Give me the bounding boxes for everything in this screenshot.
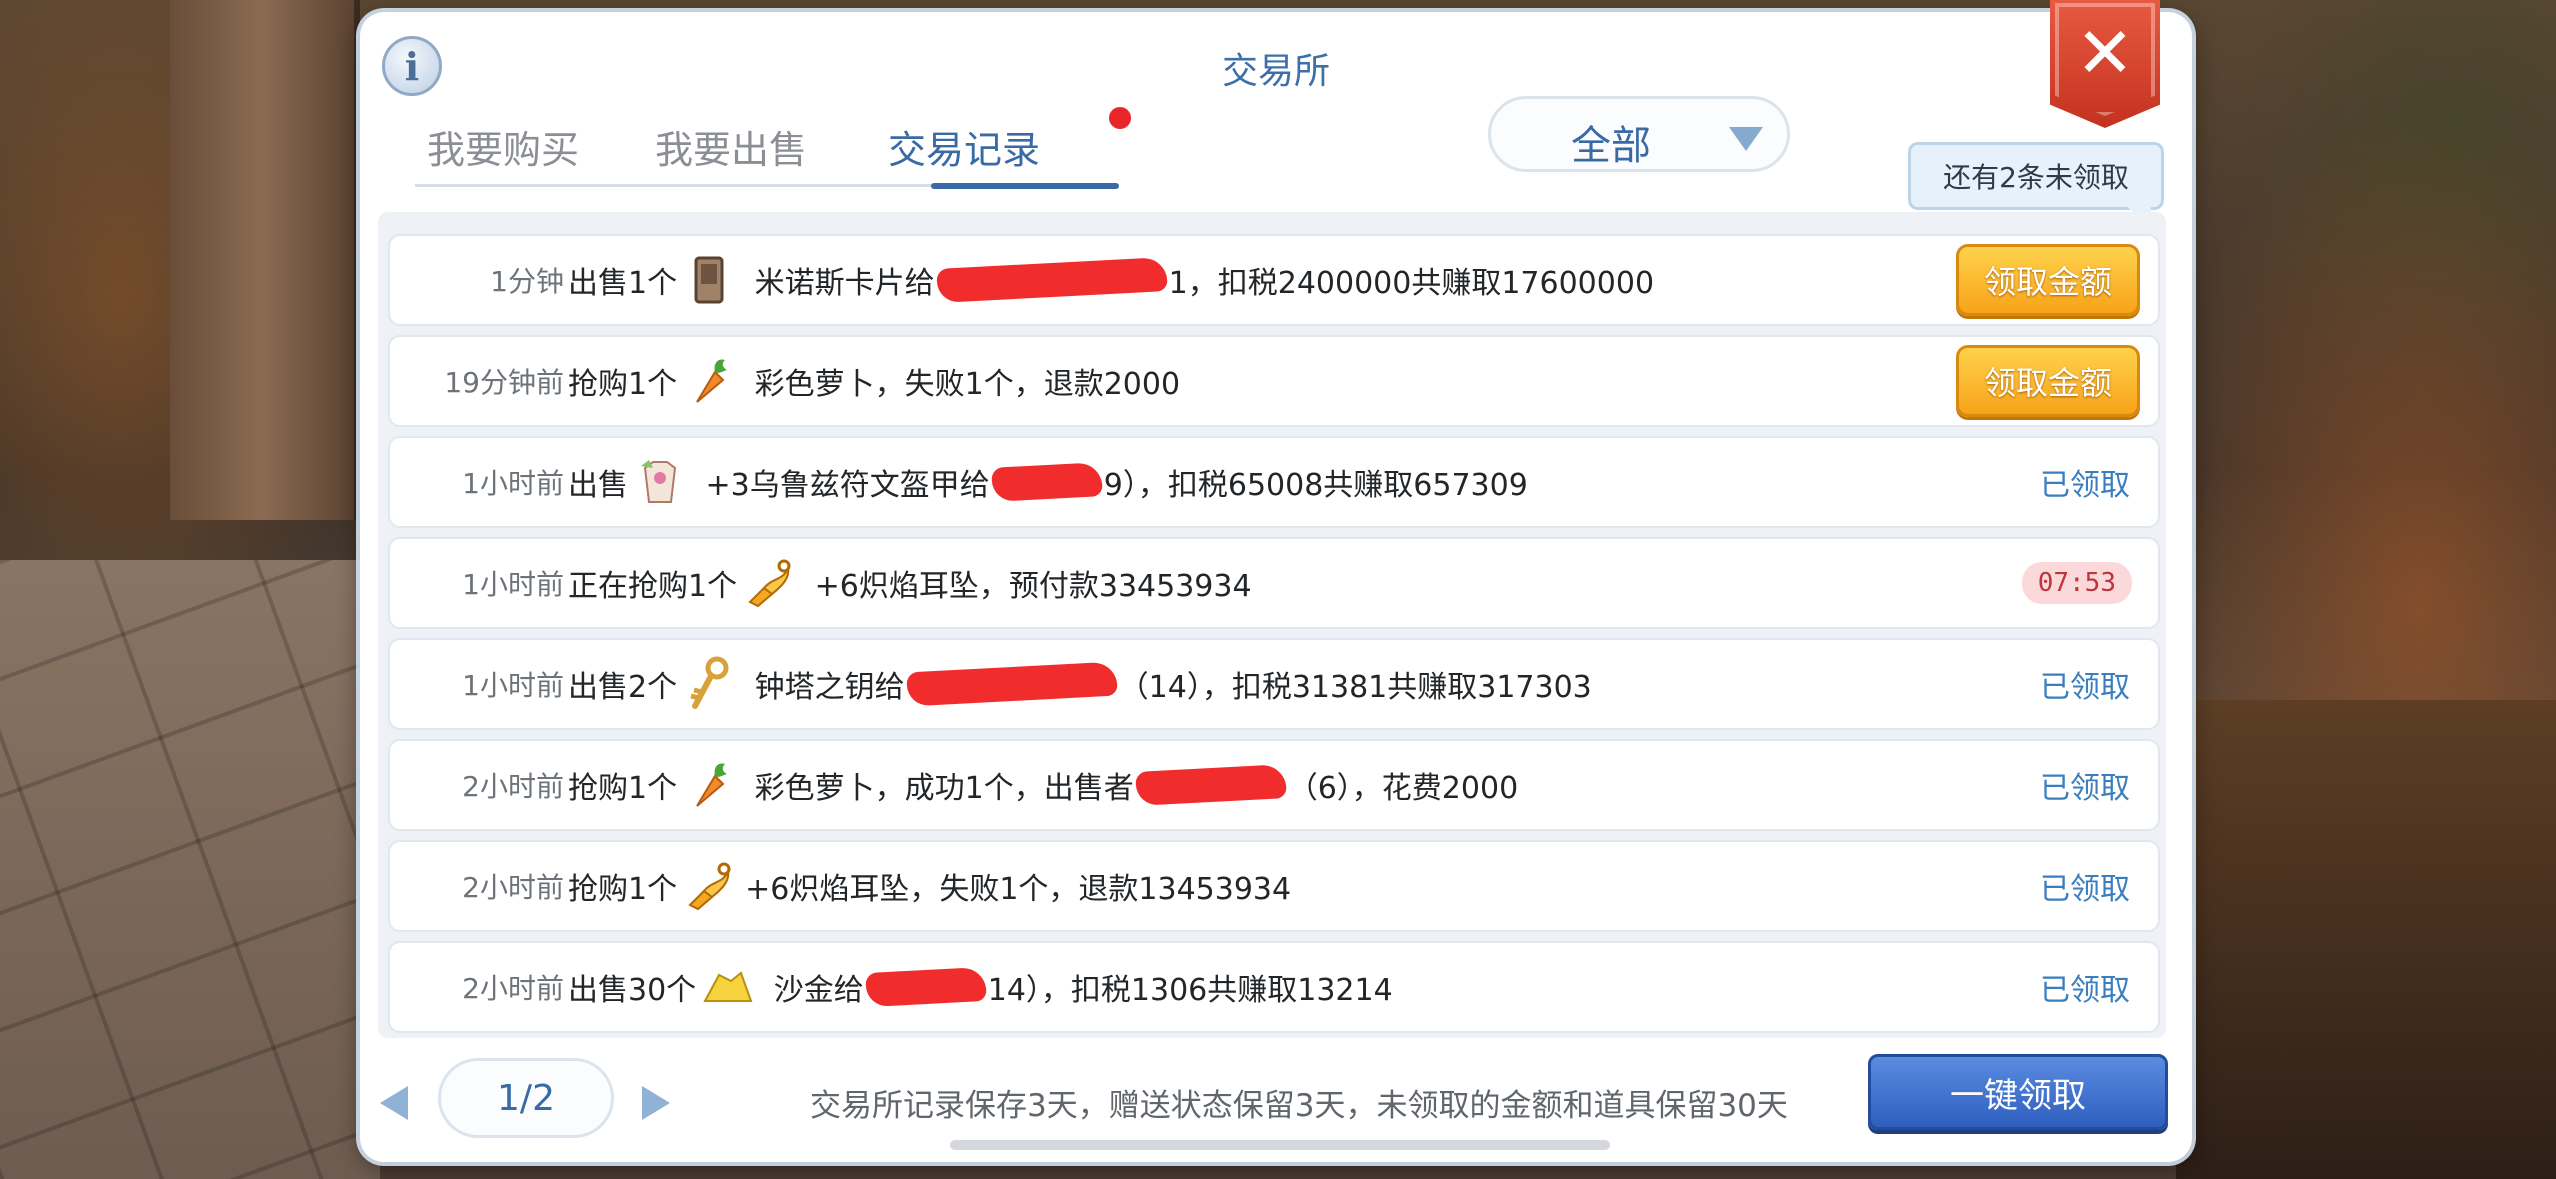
- countdown-timer: 07:53: [2021, 562, 2132, 604]
- card-icon: [681, 252, 737, 308]
- record-action: 出售2个: [568, 670, 678, 705]
- filter-dropdown[interactable]: 全部: [1488, 96, 1790, 172]
- record-desc-tail: 1，扣税2400000共赚取17600000: [1168, 266, 1655, 301]
- claimed-status: 已领取: [2040, 973, 2130, 1008]
- record-desc-tail: （6），花费2000: [1287, 771, 1519, 806]
- record-action: 出售30个: [568, 973, 697, 1008]
- claimed-status: 已领取: [2040, 771, 2130, 806]
- earring-icon: [741, 555, 797, 611]
- record-row: 1小时前 出售2个 钟塔之钥给 （14），扣税31381共赚取317303 已领…: [388, 638, 2160, 730]
- carrot-icon: [681, 757, 737, 813]
- record-desc-tail: （14），扣税31381共赚取317303: [1118, 670, 1592, 705]
- record-time: 19分钟前: [444, 366, 564, 399]
- redacted-name: [990, 462, 1103, 502]
- background-pillar: [170, 0, 360, 520]
- record-action: 出售: [568, 468, 628, 503]
- record-desc: 钟塔之钥给: [745, 670, 905, 705]
- record-time: 1小时前: [462, 568, 564, 601]
- page-indicator: 1/2: [438, 1058, 614, 1138]
- tab-sell[interactable]: 我要出售: [655, 119, 807, 174]
- record-desc-tail: 9），扣税65008共赚取657309: [1103, 468, 1528, 503]
- record-time: 1小时前: [462, 669, 564, 702]
- close-icon[interactable]: ✕: [2050, 0, 2160, 128]
- claim-amount-button[interactable]: 领取金额: [1956, 244, 2140, 316]
- dropdown-arrow-icon: [1729, 127, 1763, 151]
- record-desc: 彩色萝卜，失败1个，退款2000: [745, 367, 1181, 402]
- claim-all-button[interactable]: 一键领取: [1868, 1054, 2168, 1130]
- unclaimed-tooltip: 还有2条未领取: [1908, 142, 2164, 210]
- prev-page-icon[interactable]: [380, 1086, 408, 1120]
- earring-icon: [681, 858, 737, 914]
- record-row: 1分钟 出售1个 米诺斯卡片给 1，扣税2400000共赚取17600000 领…: [388, 234, 2160, 326]
- record-desc: 彩色萝卜，成功1个，出售者: [745, 771, 1134, 806]
- record-time: 1小时前: [462, 467, 564, 500]
- redacted-name: [905, 661, 1118, 707]
- tab-trade-records[interactable]: 交易记录: [888, 119, 1040, 174]
- home-indicator: [950, 1140, 1610, 1150]
- record-time: 2小时前: [462, 871, 564, 904]
- armor-icon: [632, 454, 688, 510]
- record-time: 2小时前: [462, 972, 564, 1005]
- record-action: 出售1个: [568, 266, 678, 301]
- record-desc: +6炽焰耳坠，失败1个，退款13453934: [745, 872, 1292, 907]
- gold-sand-icon: [700, 959, 756, 1015]
- record-action: 抢购1个: [568, 367, 678, 402]
- background-floor: [0, 560, 380, 1179]
- tab-bar: 我要购买 我要出售 交易记录: [415, 105, 1133, 189]
- record-row: 2小时前 抢购1个 +6炽焰耳坠，失败1个，退款13453934 已领取: [388, 840, 2160, 932]
- record-desc: +6炽焰耳坠，预付款33453934: [805, 569, 1252, 604]
- exchange-panel: i 交易所 ✕ 我要购买 我要出售 交易记录 全部 还有2条未领取 1分钟 出售…: [360, 0, 2192, 1162]
- record-action: 抢购1个: [568, 771, 678, 806]
- retention-note: 交易所记录保存3天，赠送状态保留3天，未领取的金额和道具保留30天: [810, 1088, 1788, 1124]
- next-page-icon[interactable]: [642, 1086, 670, 1120]
- redacted-name: [1134, 764, 1287, 806]
- record-row: 2小时前 抢购1个 彩色萝卜，成功1个，出售者 （6），花费2000 已领取: [388, 739, 2160, 831]
- record-row: 19分钟前 抢购1个 彩色萝卜，失败1个，退款2000 领取金额: [388, 335, 2160, 427]
- redacted-name: [935, 257, 1168, 303]
- record-row: 2小时前 出售30个 沙金给 14），扣税1306共赚取13214 已领取: [388, 941, 2160, 1033]
- carrot-icon: [681, 353, 737, 409]
- key-icon: [681, 656, 737, 712]
- panel-title: 交易所: [1221, 51, 1330, 92]
- record-row: 1小时前 出售 +3乌鲁兹符文盔甲给 9），扣税65008共赚取657309 已…: [388, 436, 2160, 528]
- record-desc: 沙金给: [764, 973, 864, 1008]
- claimed-status: 已领取: [2040, 670, 2130, 705]
- record-desc-tail: 14），扣税1306共赚取13214: [987, 973, 1393, 1008]
- record-desc: 米诺斯卡片给: [745, 266, 935, 301]
- claim-amount-button[interactable]: 领取金额: [1956, 345, 2140, 417]
- record-time: 1分钟: [490, 265, 564, 298]
- record-row: 1小时前 正在抢购1个 +6炽焰耳坠，预付款33453934 07:53: [388, 537, 2160, 629]
- claimed-status: 已领取: [2040, 468, 2130, 503]
- filter-selected: 全部: [1571, 123, 1651, 169]
- notification-dot: [1107, 105, 1133, 131]
- tab-buy[interactable]: 我要购买: [427, 119, 579, 174]
- records-list[interactable]: 1分钟 出售1个 米诺斯卡片给 1，扣税2400000共赚取17600000 领…: [378, 212, 2166, 1038]
- record-action: 正在抢购1个: [568, 569, 738, 604]
- record-desc: +3乌鲁兹符文盔甲给: [696, 468, 990, 503]
- claimed-status: 已领取: [2040, 872, 2130, 907]
- record-action: 抢购1个: [568, 872, 678, 907]
- tab-active-indicator: [931, 183, 1119, 189]
- record-time: 2小时前: [462, 770, 564, 803]
- redacted-name: [864, 966, 987, 1008]
- background-trees: [2176, 700, 2556, 1179]
